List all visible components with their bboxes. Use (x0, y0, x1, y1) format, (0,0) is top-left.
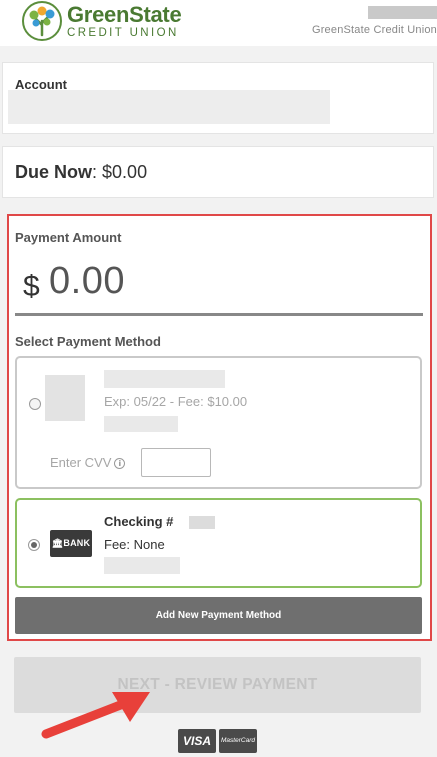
card-radio[interactable] (29, 398, 41, 410)
payment-amount-input[interactable]: $ 0.00 (15, 254, 423, 316)
redacted-checking-detail (104, 557, 180, 574)
due-now-separator: : (92, 162, 103, 182)
payment-method-card-option[interactable]: Exp: 05/22 - Fee: $10.00 Enter CVV i (15, 356, 422, 489)
redacted-card-detail (104, 416, 178, 432)
mastercard-logo: MasterCard (219, 729, 257, 753)
payment-panel: Payment Amount $ 0.00 Select Payment Met… (7, 214, 432, 641)
payment-amount-label: Payment Amount (15, 230, 122, 245)
due-now-text: Due Now: $0.00 (15, 162, 147, 183)
checking-fee: Fee: None (104, 537, 165, 552)
brand-name: GreenState (67, 2, 182, 27)
brand: GreenState CREDIT UNION (67, 2, 182, 40)
cvv-label-text: Enter CVV (50, 455, 112, 470)
account-card: Account (2, 62, 434, 134)
due-now-card: Due Now: $0.00 (2, 146, 434, 198)
checking-radio[interactable] (28, 539, 40, 551)
header: GreenState CREDIT UNION GreenState Credi… (0, 0, 437, 46)
red-arrow-icon (41, 692, 150, 739)
visa-logo: VISA (178, 729, 216, 753)
redacted-account-value (8, 90, 330, 124)
checking-title: Checking # (104, 514, 174, 529)
payment-method-checking-option[interactable]: 🏛BANK Checking # Fee: None (15, 498, 422, 588)
cvv-input[interactable] (141, 448, 211, 477)
due-now-amount: $0.00 (102, 162, 148, 182)
tree-logo-icon (22, 1, 62, 41)
redacted-card-image (45, 375, 85, 421)
org-label: GreenState Credit Union (311, 24, 437, 36)
redacted-account-number (189, 516, 215, 529)
card-exp-fee: Exp: 05/22 - Fee: $10.00 (104, 394, 248, 409)
currency-symbol: $ (23, 270, 40, 303)
payment-amount-value[interactable]: 0.00 (49, 260, 125, 303)
due-now-label: Due Now (15, 162, 93, 182)
bank-icon: 🏛BANK (50, 530, 92, 557)
add-payment-method-button[interactable]: Add New Payment Method (15, 597, 422, 634)
select-payment-method-label: Select Payment Method (15, 334, 161, 349)
info-icon[interactable]: i (114, 458, 126, 469)
redacted-user-name (368, 6, 437, 19)
redacted-card-name (104, 370, 225, 388)
brand-subtitle: CREDIT UNION (67, 27, 179, 39)
cvv-label: Enter CVV i (50, 455, 126, 470)
